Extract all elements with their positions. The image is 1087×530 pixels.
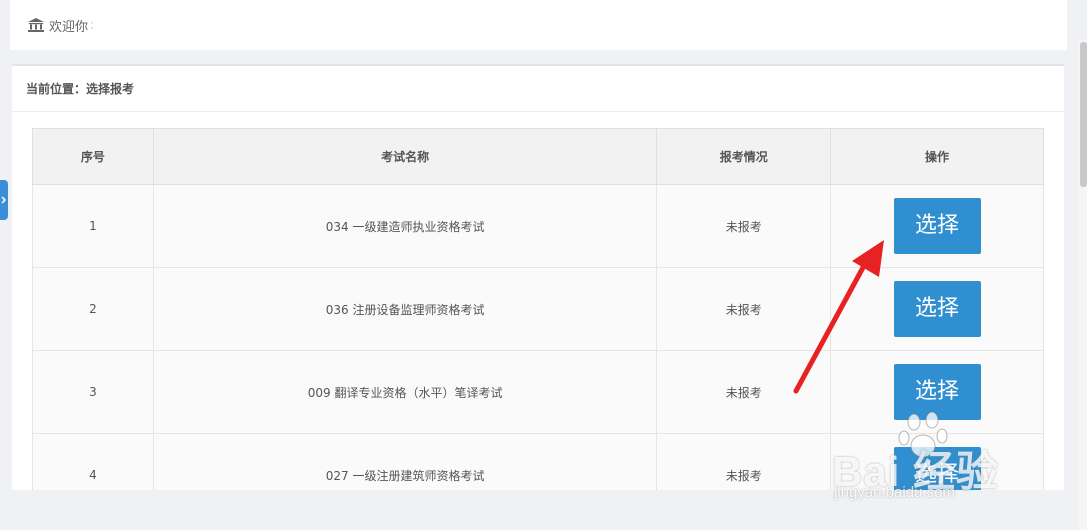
cell-no: 4 [32, 433, 154, 490]
cell-exam-name: 027 一级注册建筑师资格考试 [152, 433, 658, 490]
cell-status: 未报考 [656, 267, 832, 351]
main-panel: 当前位置：选择报考 序号 考试名称 报考情况 操作 1 034 一级建造师执业资… [12, 64, 1064, 490]
select-button[interactable]: 选择 [893, 364, 981, 420]
bank-icon [28, 18, 44, 32]
cell-exam-name: 034 一级建造师执业资格考试 [152, 184, 658, 268]
cell-action: 选择 [830, 433, 1044, 490]
welcome-text: 欢迎你 [49, 19, 89, 35]
column-header-no: 序号 [32, 128, 154, 185]
cell-no: 3 [32, 350, 154, 434]
cell-status: 未报考 [656, 350, 832, 434]
select-button[interactable]: 选择 [893, 281, 981, 337]
table-header-row: 序号 考试名称 报考情况 操作 [32, 128, 1044, 185]
select-button[interactable]: 选择 [893, 198, 981, 254]
cell-no: 2 [32, 267, 154, 351]
exam-table: 序号 考试名称 报考情况 操作 1 034 一级建造师执业资格考试 未报考 选择… [32, 128, 1044, 490]
chevron-right-icon [1, 196, 7, 204]
select-button[interactable]: 选择 [893, 447, 981, 490]
cell-no: 1 [32, 184, 154, 268]
column-header-status: 报考情况 [656, 128, 832, 185]
table-row: 2 036 注册设备监理师资格考试 未报考 选择 [32, 267, 1044, 351]
side-collapse-tab[interactable] [0, 180, 8, 220]
scrollbar-thumb[interactable] [1080, 42, 1087, 187]
table-row: 3 009 翻译专业资格（水平）笔译考试 未报考 选择 [32, 350, 1044, 434]
cell-action: 选择 [830, 267, 1044, 351]
column-header-name: 考试名称 [152, 128, 658, 185]
welcome-suffix: : [90, 17, 95, 33]
cell-action: 选择 [830, 350, 1044, 434]
table-row: 4 027 一级注册建筑师资格考试 未报考 选择 [32, 433, 1044, 490]
cell-exam-name: 036 注册设备监理师资格考试 [152, 267, 658, 351]
cell-action: 选择 [830, 184, 1044, 268]
column-header-action: 操作 [830, 128, 1044, 185]
welcome-bar: 欢迎你 : [10, 0, 1067, 50]
breadcrumb: 当前位置：选择报考 [12, 66, 1064, 112]
breadcrumb-text: 当前位置：选择报考 [26, 82, 135, 96]
table-row: 1 034 一级建造师执业资格考试 未报考 选择 [32, 184, 1044, 268]
cell-status: 未报考 [656, 433, 832, 490]
cell-status: 未报考 [656, 184, 832, 268]
cell-exam-name: 009 翻译专业资格（水平）笔译考试 [152, 350, 658, 434]
